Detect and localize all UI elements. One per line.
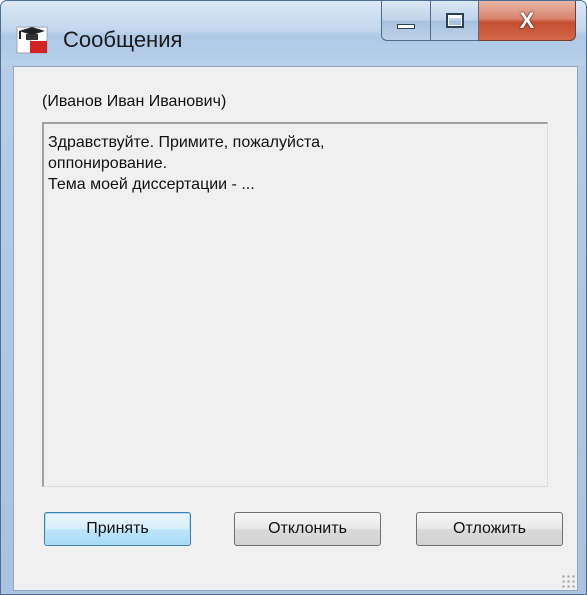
maximize-button[interactable] [431,1,479,41]
close-button[interactable]: X [479,1,576,41]
accept-button[interactable]: Принять [44,512,191,546]
minimize-icon [397,24,415,29]
postpone-button[interactable]: Отложить [416,512,563,546]
message-text-area[interactable]: Здравствуйте. Примите, пожалуйста, оппон… [42,122,548,487]
maximize-icon [445,13,464,28]
caption-buttons: X [381,1,576,41]
title-bar[interactable]: Сообщения X [1,1,586,65]
close-icon: X [519,7,535,33]
minimize-button[interactable] [381,1,431,41]
resize-grip-icon[interactable] [561,574,575,588]
client-area: (Иванов Иван Иванович) Здравствуйте. При… [13,66,578,591]
decline-button[interactable]: Отклонить [234,512,381,546]
sender-label: (Иванов Иван Иванович) [42,93,227,110]
window-title: Сообщения [63,27,183,52]
messages-window: Сообщения X (Иванов Иван Иванович) Здрав… [0,0,587,595]
graduate-cap-icon [16,26,48,54]
